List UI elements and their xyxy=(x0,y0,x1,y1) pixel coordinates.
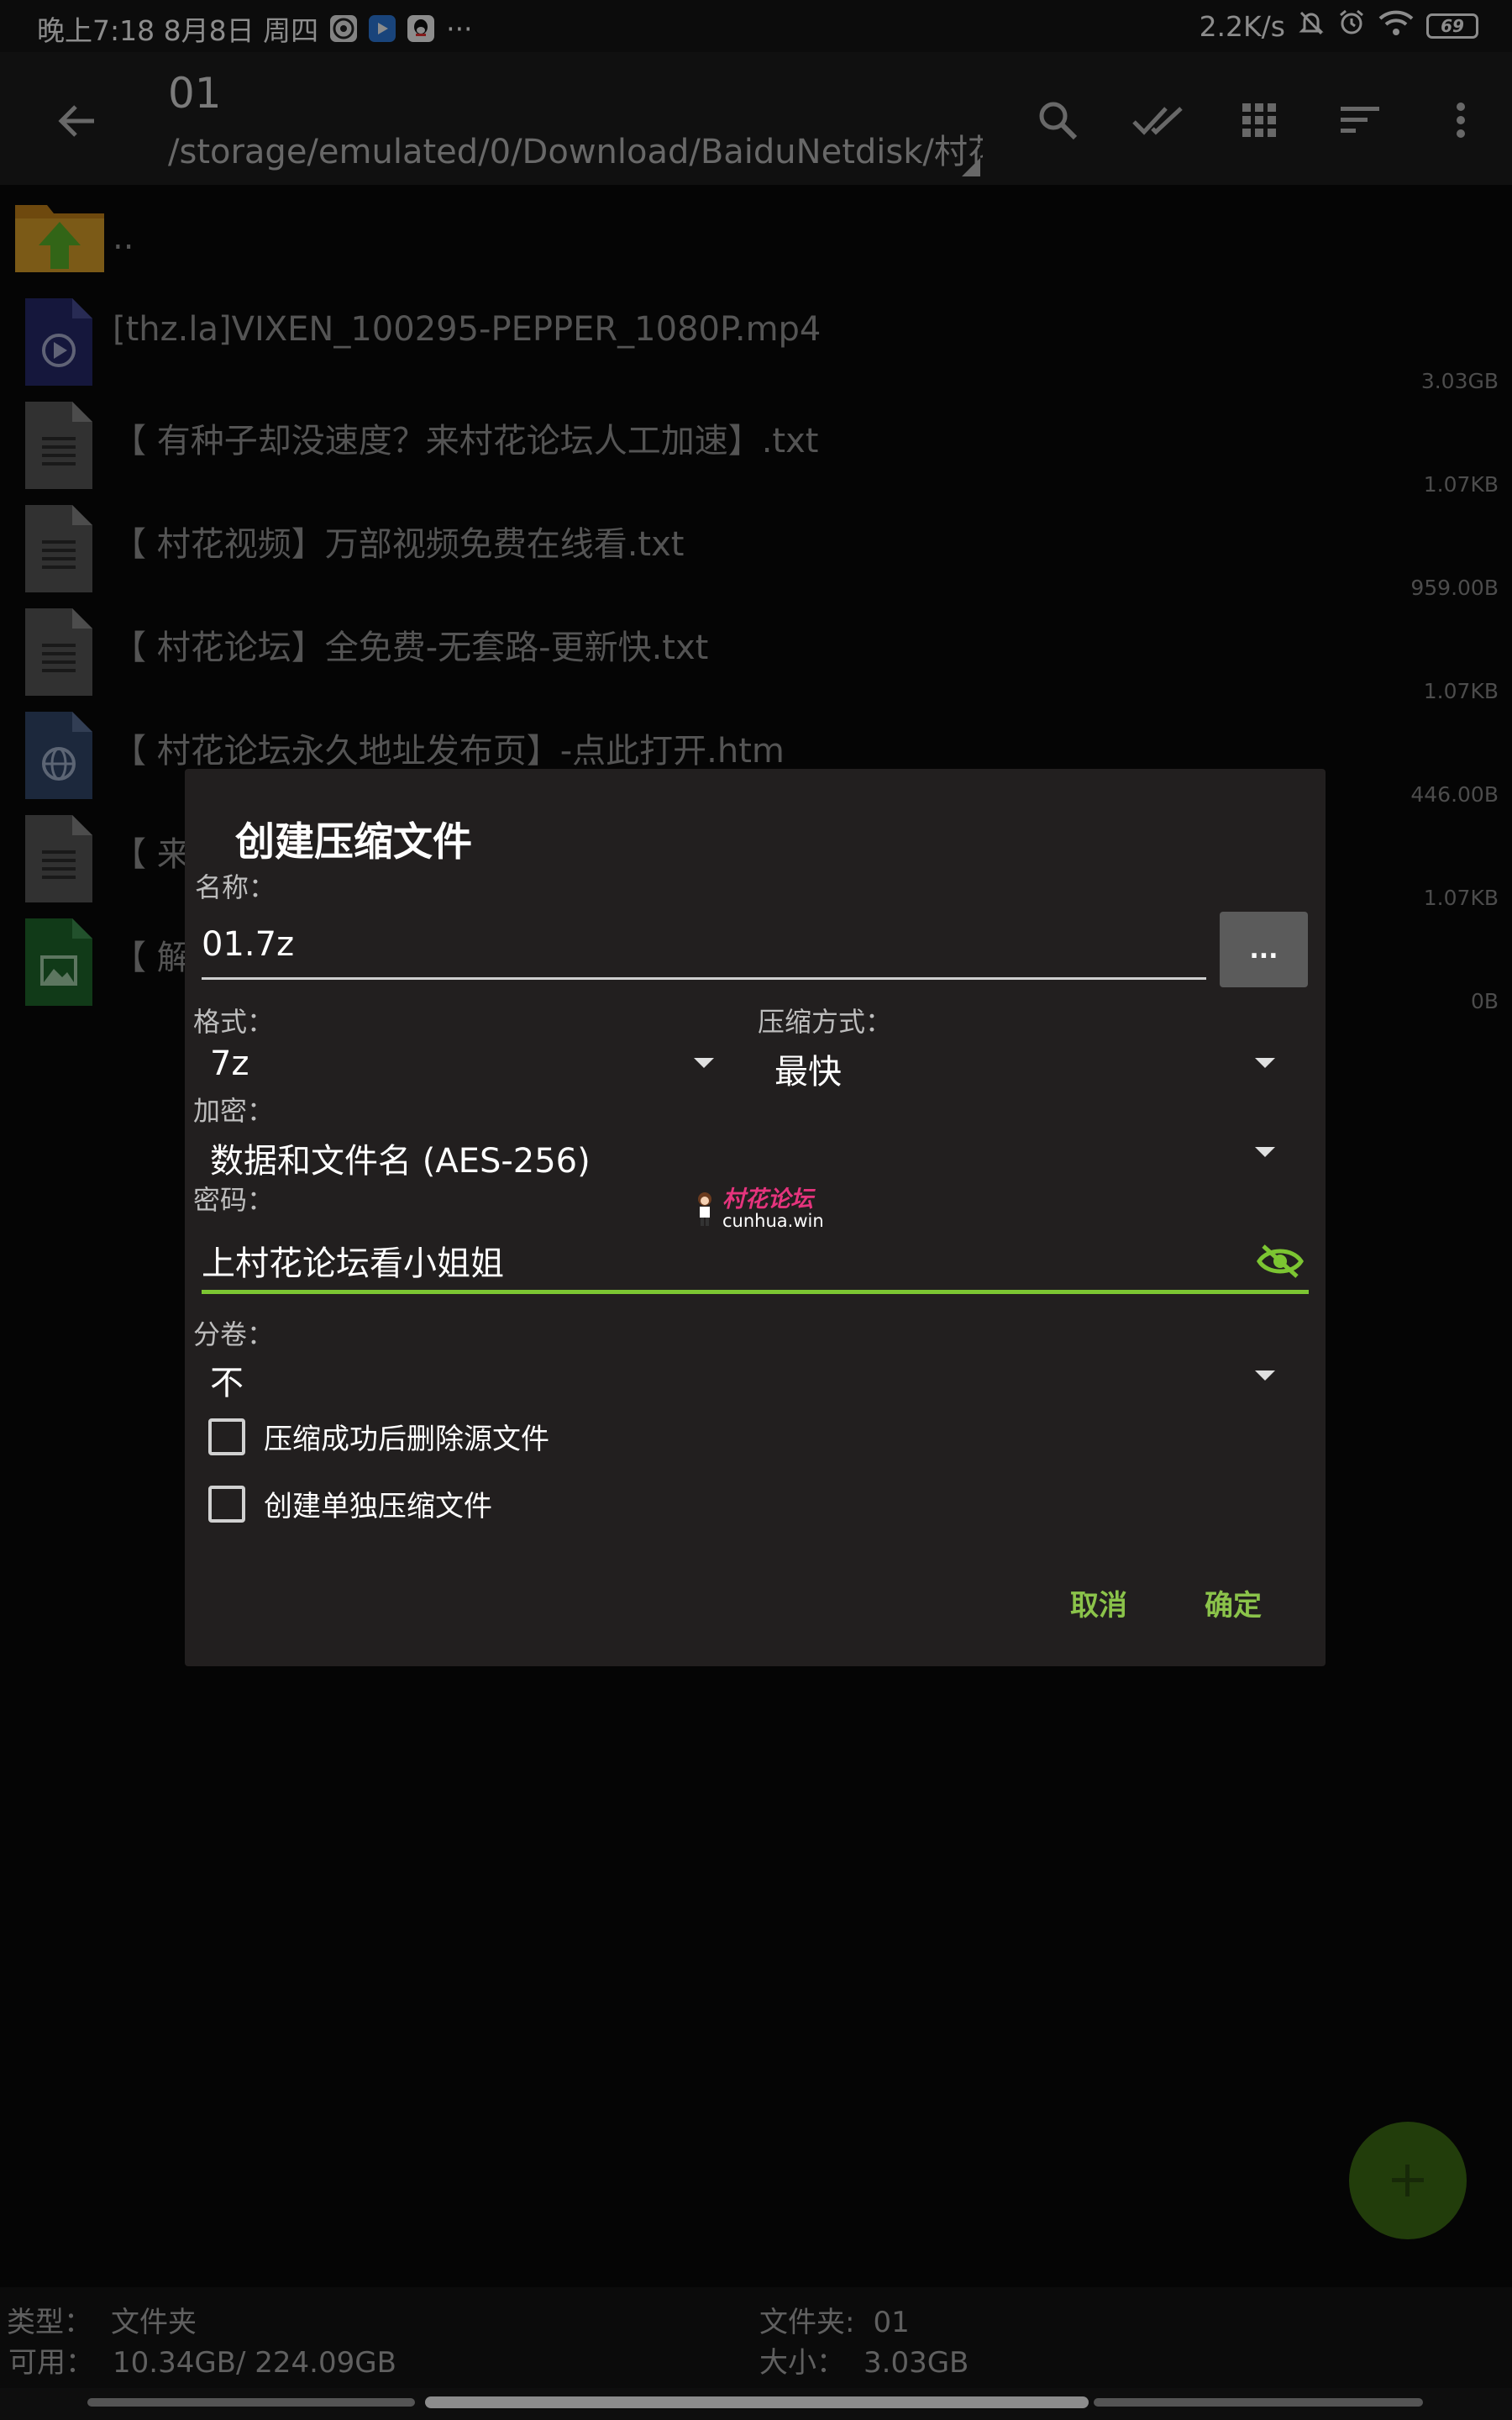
password-label: 密码： xyxy=(193,1184,275,1216)
watermark-subtitle: cunhua.win xyxy=(722,1211,824,1231)
password-underline-focused xyxy=(202,1290,1309,1294)
watermark-logo: 村花论坛 cunhua.win xyxy=(692,1188,824,1230)
method-select[interactable]: 最快 xyxy=(774,1044,842,1093)
format-label: 格式： xyxy=(193,1006,275,1038)
archive-name-input[interactable]: 01.7z xyxy=(202,925,294,964)
volume-chevron-down-icon[interactable] xyxy=(1255,1370,1275,1381)
separate-archive-label: 创建单独压缩文件 xyxy=(264,1490,492,1523)
visibility-off-icon[interactable] xyxy=(1257,1243,1304,1280)
volume-select[interactable]: 不 xyxy=(210,1355,244,1404)
separate-archive-checkbox[interactable] xyxy=(208,1485,245,1523)
password-input[interactable]: 上村花论坛看小姐姐 xyxy=(202,1236,504,1285)
delete-source-option[interactable]: 压缩成功后删除源文件 xyxy=(208,1416,549,1457)
format-select[interactable]: 7z xyxy=(210,1044,249,1083)
cancel-button[interactable]: 取消 xyxy=(1070,1582,1127,1623)
method-label: 压缩方式： xyxy=(758,1006,893,1038)
dialog-title: 创建压缩文件 xyxy=(235,819,472,865)
method-chevron-down-icon[interactable] xyxy=(1255,1058,1275,1068)
delete-source-label: 压缩成功后删除源文件 xyxy=(264,1423,549,1456)
browse-button[interactable]: ... xyxy=(1220,912,1308,987)
encrypt-label: 加密： xyxy=(193,1095,275,1127)
name-label: 名称： xyxy=(195,871,276,903)
format-chevron-down-icon[interactable] xyxy=(694,1058,714,1068)
watermark-title: 村花论坛 xyxy=(722,1186,813,1213)
separate-archive-option[interactable]: 创建单独压缩文件 xyxy=(208,1483,492,1524)
mascot-icon xyxy=(698,1192,711,1226)
encrypt-select[interactable]: 数据和文件名 (AES-256) xyxy=(210,1134,591,1182)
encrypt-chevron-down-icon[interactable] xyxy=(1255,1147,1275,1157)
volume-label: 分卷： xyxy=(193,1318,275,1350)
delete-source-checkbox[interactable] xyxy=(208,1418,245,1455)
name-underline xyxy=(202,977,1206,980)
ok-button[interactable]: 确定 xyxy=(1205,1582,1262,1623)
